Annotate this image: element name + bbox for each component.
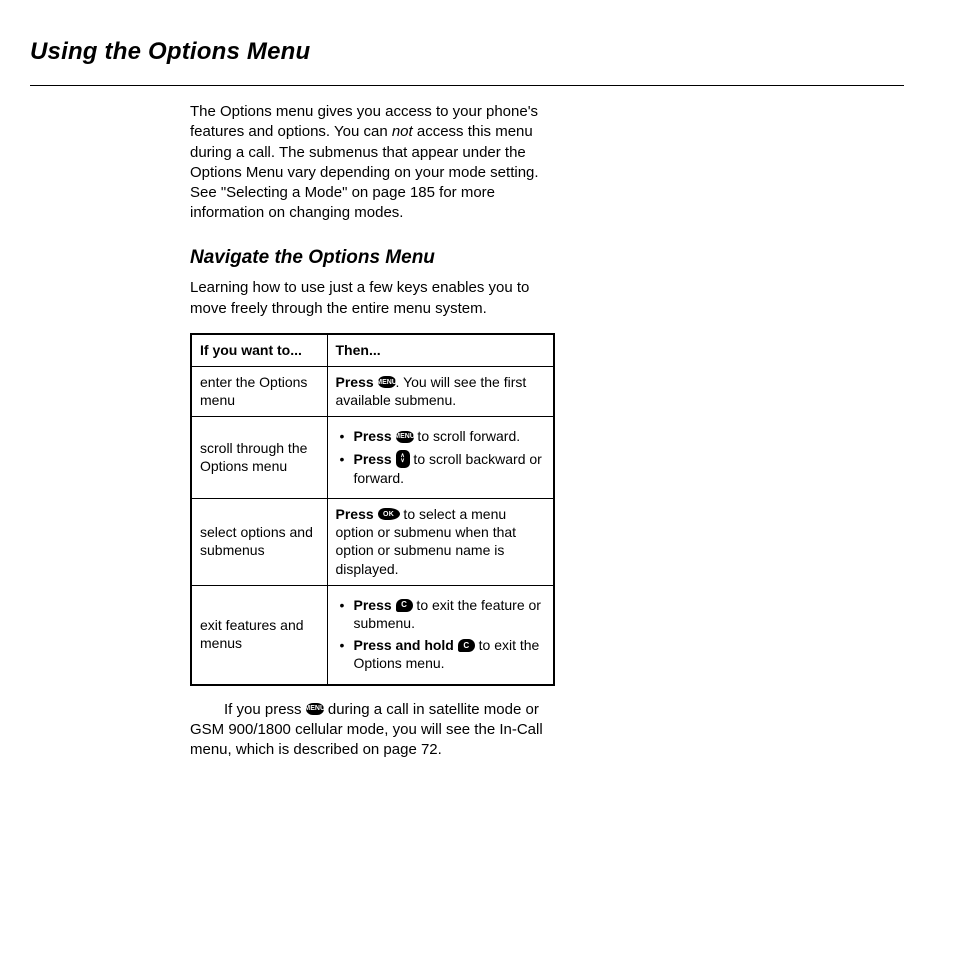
- press-label: Press and hold: [354, 637, 454, 653]
- arrow-key-icon: ∧∨: [396, 450, 410, 468]
- then-cell: Press MENU to scroll forward. Press ∧∨ t…: [327, 417, 554, 499]
- list-item: Press MENU to scroll forward.: [336, 427, 546, 445]
- press-label: Press: [336, 506, 374, 522]
- intro-paragraph: The Options menu gives you access to you…: [190, 102, 560, 224]
- press-label: Press: [354, 597, 392, 613]
- list-item: Press C to exit the feature or submenu.: [336, 596, 546, 632]
- footnote-pre: If you press: [224, 701, 306, 718]
- c-key-icon: C: [458, 639, 475, 652]
- menu-key-icon: MENU: [306, 703, 324, 715]
- c-key-icon: C: [396, 599, 413, 612]
- section-lead: Learning how to use just a few keys enab…: [190, 278, 560, 319]
- table-row: exit features and menus Press C to exit …: [191, 585, 554, 684]
- navigation-table: If you want to... Then... enter the Opti…: [190, 333, 555, 686]
- menu-key-icon: MENU: [378, 376, 396, 388]
- ok-key-icon: OK: [378, 508, 400, 520]
- footnote-mid: during: [324, 701, 370, 718]
- want-cell: select options and submenus: [191, 499, 327, 586]
- then-cell: Press OK to select a menu option or subm…: [327, 499, 554, 586]
- horizontal-rule: [30, 85, 904, 86]
- footnote: If you press MENU during a call in satel…: [190, 700, 560, 761]
- intro-em: not: [392, 123, 413, 140]
- press-label: Press: [354, 428, 392, 444]
- table-row: select options and submenus Press OK to …: [191, 499, 554, 586]
- press-label: Press: [354, 451, 392, 467]
- table-row: enter the Options menu Press MENU. You w…: [191, 367, 554, 417]
- then-cell: Press C to exit the feature or submenu. …: [327, 585, 554, 684]
- want-cell: scroll through the Options menu: [191, 417, 327, 499]
- list-item: Press ∧∨ to scroll backward or forward.: [336, 450, 546, 487]
- want-cell: exit features and menus: [191, 585, 327, 684]
- list-item: Press and hold C to exit the Options men…: [336, 636, 546, 672]
- table-header-row: If you want to... Then...: [191, 334, 554, 367]
- page-title: Using the Options Menu: [30, 36, 904, 67]
- section-title: Navigate the Options Menu: [190, 246, 560, 271]
- table-header-want: If you want to...: [191, 334, 327, 367]
- table-header-then: Then...: [327, 334, 554, 367]
- want-cell: enter the Options menu: [191, 367, 327, 417]
- table-row: scroll through the Options menu Press ME…: [191, 417, 554, 499]
- content-column: The Options menu gives you access to you…: [190, 102, 560, 760]
- menu-key-icon: MENU: [396, 431, 414, 443]
- then-cell: Press MENU. You will see the first avail…: [327, 367, 554, 417]
- press-label: Press: [336, 374, 374, 390]
- then-text: to scroll forward.: [414, 428, 521, 444]
